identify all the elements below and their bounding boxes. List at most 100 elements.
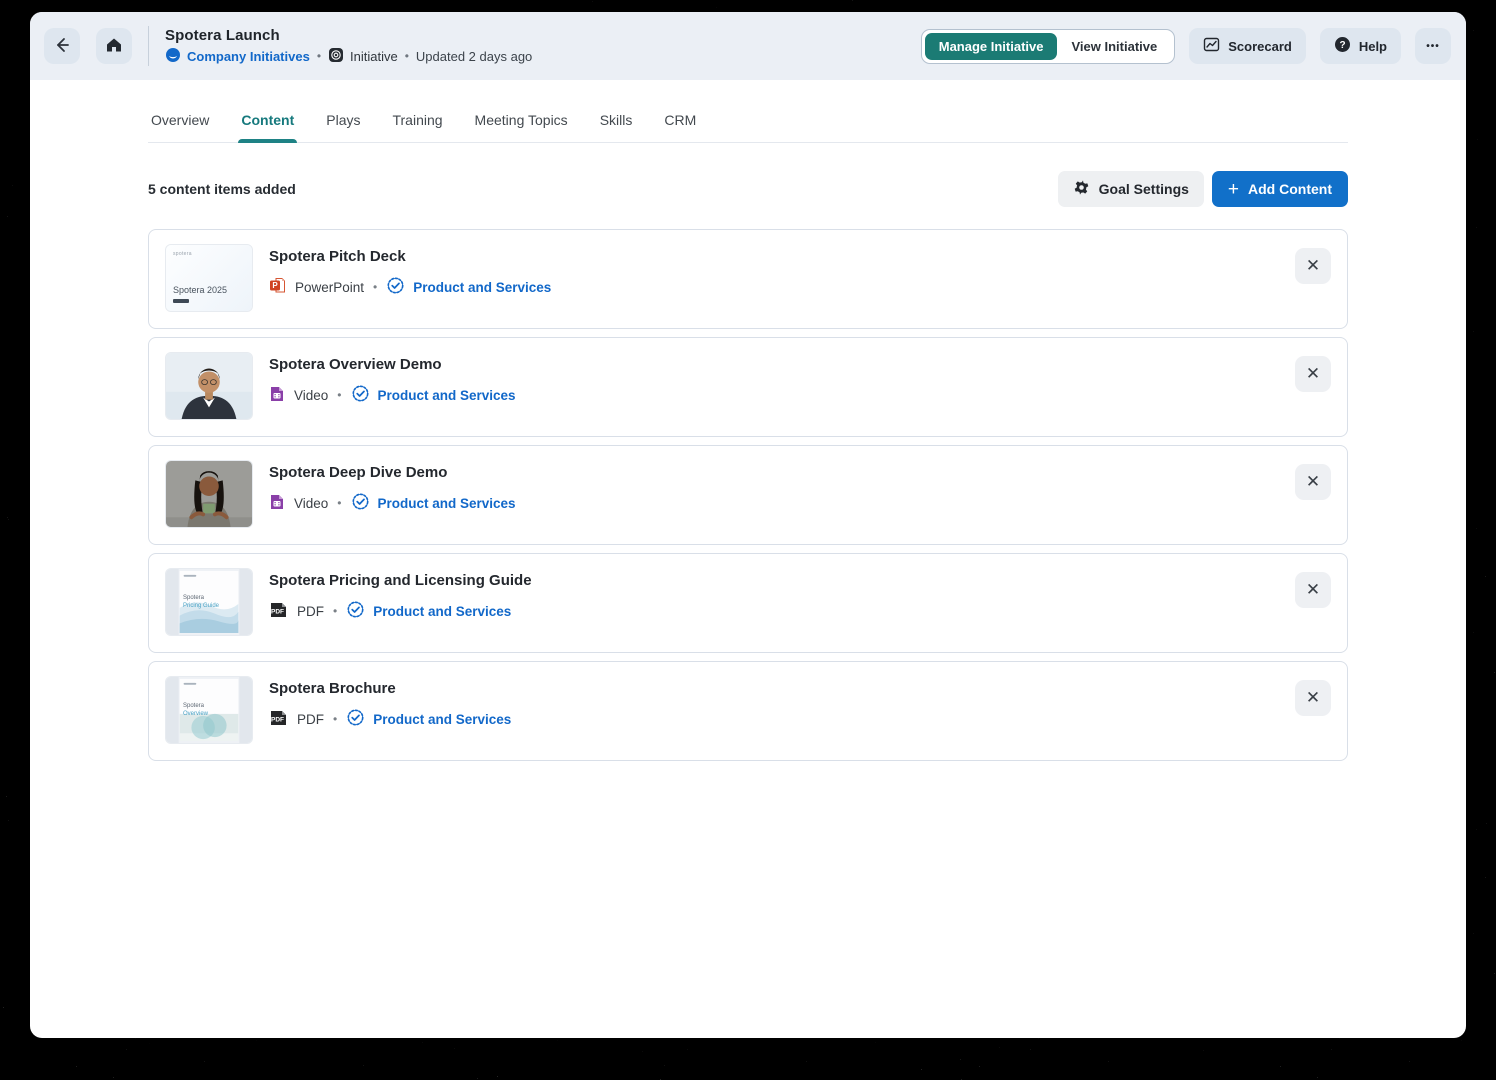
add-content-button[interactable]: + Add Content — [1212, 171, 1348, 207]
content-item-meta: PDF PDF • Product and Services — [269, 708, 511, 730]
svg-text:P: P — [272, 281, 278, 290]
remove-content-button[interactable]: ✕ — [1295, 248, 1331, 284]
content-thumbnail — [165, 352, 253, 420]
verified-badge-icon — [346, 600, 365, 622]
home-button[interactable] — [96, 28, 132, 64]
scorecard-button[interactable]: Scorecard — [1189, 28, 1306, 64]
initiative-icon — [328, 47, 344, 66]
content-item-card[interactable]: Spotera Overview Spotera Brochure PDF — [148, 661, 1348, 761]
content-thumbnail: spotera Spotera 2025 — [165, 244, 253, 312]
meta-separator: • — [333, 604, 337, 618]
help-question-icon: ? — [1334, 36, 1351, 56]
svg-text:?: ? — [1339, 40, 1345, 51]
close-icon: ✕ — [1306, 688, 1320, 708]
product-tag-link[interactable]: Product and Services — [351, 492, 516, 514]
content-item-list: spotera Spotera 2025 — [148, 229, 1348, 761]
updated-timestamp: Updated 2 days ago — [416, 49, 532, 64]
app-window: Spotera Launch Company Initiatives • Ini… — [30, 12, 1466, 1038]
meta-separator: • — [337, 496, 341, 510]
content-panel: 5 content items added Goal Settings + Ad… — [30, 143, 1466, 761]
content-thumbnail — [165, 460, 253, 528]
breadcrumb-separator: • — [317, 49, 321, 63]
tab-crm[interactable]: CRM — [661, 104, 699, 142]
content-type-label: PDF — [297, 712, 324, 727]
title-block: Spotera Launch Company Initiatives • Ini… — [165, 27, 532, 66]
content-type-label: PDF — [297, 604, 324, 619]
meta-separator: • — [373, 280, 377, 294]
initiative-mode-toggle: Manage Initiative View Initiative — [921, 29, 1176, 64]
tab-overview[interactable]: Overview — [148, 104, 212, 142]
content-item-meta: PDF PDF • Product and Services — [269, 600, 532, 622]
content-item-card[interactable]: Spotera Overview Demo Video • — [148, 337, 1348, 437]
meta-separator: • — [337, 388, 341, 402]
content-type-label: Video — [294, 496, 328, 511]
header-actions: Manage Initiative View Initiative Scorec… — [921, 28, 1451, 64]
content-count-summary: 5 content items added — [148, 181, 296, 197]
breadcrumb-separator: • — [405, 49, 409, 63]
content-item-title: Spotera Deep Dive Demo — [269, 464, 516, 481]
content-toolbar: 5 content items added Goal Settings + Ad… — [148, 171, 1348, 207]
tab-bar: Overview Content Plays Training Meeting Topi… — [30, 80, 1466, 143]
plus-icon: + — [1228, 180, 1239, 199]
content-item-card[interactable]: spotera Spotera 2025 — [148, 229, 1348, 329]
svg-text:PDF: PDF — [271, 716, 284, 723]
content-type-label: PowerPoint — [295, 280, 364, 295]
verified-badge-icon — [386, 276, 405, 298]
remove-content-button[interactable]: ✕ — [1295, 464, 1331, 500]
content-thumbnail: Spotera Overview — [165, 676, 253, 744]
content-type-label: Video — [294, 388, 328, 403]
close-icon: ✕ — [1306, 472, 1320, 492]
close-icon: ✕ — [1306, 256, 1320, 276]
content-item-meta: Video • Product and Services — [269, 384, 516, 406]
verified-badge-icon — [351, 492, 370, 514]
video-icon — [269, 494, 285, 513]
breadcrumb: Company Initiatives • Initiative • Updat… — [165, 47, 532, 66]
remove-content-button[interactable]: ✕ — [1295, 680, 1331, 716]
product-tag-link[interactable]: Product and Services — [346, 600, 511, 622]
pdf-icon: PDF — [269, 710, 288, 729]
close-icon: ✕ — [1306, 580, 1320, 600]
tab-content[interactable]: Content — [238, 104, 297, 142]
content-item-meta: P PowerPoint • Product and Services — [269, 276, 551, 298]
meta-separator: • — [333, 712, 337, 726]
breadcrumb-collection-link[interactable]: Company Initiatives — [165, 47, 310, 66]
remove-content-button[interactable]: ✕ — [1295, 572, 1331, 608]
powerpoint-icon: P — [269, 277, 286, 297]
verified-badge-icon — [351, 384, 370, 406]
content-item-title: Spotera Pitch Deck — [269, 248, 551, 265]
product-tag-link[interactable]: Product and Services — [351, 384, 516, 406]
video-icon — [269, 386, 285, 405]
content-item-card[interactable]: Spotera Pricing Guide Spotera Pricing an… — [148, 553, 1348, 653]
remove-content-button[interactable]: ✕ — [1295, 356, 1331, 392]
spot-icon — [165, 47, 181, 66]
home-icon — [105, 36, 123, 57]
breadcrumb-item-type: Initiative — [328, 47, 398, 66]
goal-settings-button[interactable]: Goal Settings — [1058, 171, 1204, 207]
view-initiative-button[interactable]: View Initiative — [1057, 33, 1171, 60]
tab-meeting-topics[interactable]: Meeting Topics — [472, 104, 571, 142]
pdf-icon: PDF — [269, 602, 288, 621]
help-button[interactable]: ? Help — [1320, 28, 1401, 64]
content-item-meta: Video • Product and Services — [269, 492, 516, 514]
verified-badge-icon — [346, 708, 365, 730]
product-tag-link[interactable]: Product and Services — [346, 708, 511, 730]
scorecard-chart-icon — [1203, 36, 1220, 56]
tab-training[interactable]: Training — [389, 104, 445, 142]
gear-icon — [1073, 179, 1090, 199]
content-thumbnail: Spotera Pricing Guide — [165, 568, 253, 636]
back-button[interactable] — [44, 28, 80, 64]
tab-skills[interactable]: Skills — [597, 104, 636, 142]
more-options-button[interactable]: ••• — [1415, 28, 1451, 64]
tab-plays[interactable]: Plays — [323, 104, 363, 142]
content-item-card[interactable]: Spotera Deep Dive Demo Video • — [148, 445, 1348, 545]
close-icon: ✕ — [1306, 364, 1320, 384]
content-item-title: Spotera Brochure — [269, 680, 511, 697]
svg-text:PDF: PDF — [271, 608, 284, 615]
back-arrow-icon — [53, 36, 71, 57]
manage-initiative-button[interactable]: Manage Initiative — [925, 33, 1058, 60]
content-item-title: Spotera Overview Demo — [269, 356, 516, 373]
header-divider — [148, 26, 149, 66]
page-header: Spotera Launch Company Initiatives • Ini… — [30, 12, 1466, 80]
content-item-title: Spotera Pricing and Licensing Guide — [269, 572, 532, 589]
product-tag-link[interactable]: Product and Services — [386, 276, 551, 298]
